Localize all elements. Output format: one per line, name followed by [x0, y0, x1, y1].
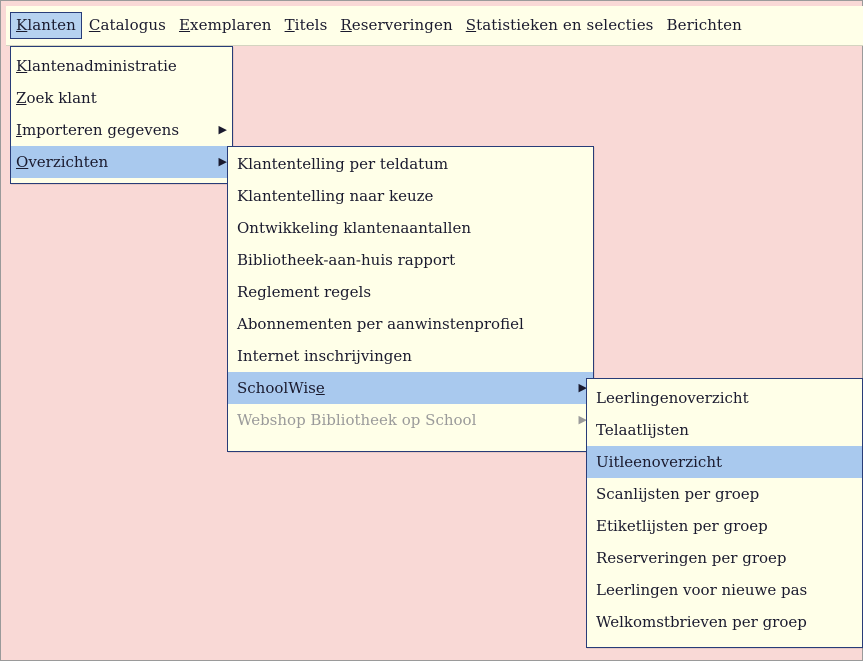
- menu-item-label: Uitleenoverzicht: [596, 453, 723, 471]
- submenu-arrow-icon: ▶: [218, 123, 227, 136]
- menu-item-importeren-gegevens[interactable]: Importeren gegevens ▶: [11, 114, 232, 146]
- menu-item-label: Ontwikkeling klantenaantallen: [237, 219, 472, 237]
- menu-item-leerlingen-voor-nieuwe-pas[interactable]: Leerlingen voor nieuwe pas: [587, 574, 862, 606]
- menu-item-label: lantenadministratie: [27, 57, 177, 75]
- menu-item-label: Bibliotheek-aan-huis rapport: [237, 251, 456, 269]
- menu-statistieken-label: tatistieken en selecties: [476, 16, 654, 34]
- menu-item-label: Scanlijsten per groep: [596, 485, 760, 503]
- menu-item-label: Leerlingenoverzicht: [596, 389, 749, 407]
- menu-item-label: verzichten: [28, 153, 109, 171]
- menu-item-label: oek klant: [26, 89, 97, 107]
- menu-item-welkomstbrieven-per-groep[interactable]: Welkomstbrieven per groep: [587, 606, 862, 638]
- menu-item-overzichten[interactable]: Overzichten ▶: [11, 146, 232, 178]
- menu-item-reserveringen-per-groep[interactable]: Reserveringen per groep: [587, 542, 862, 574]
- klanten-dropdown: Klantenadministratie Zoek klant Importer…: [10, 46, 233, 184]
- menu-reserveringen-label: eserveringen: [351, 16, 453, 34]
- menu-item-klantentelling-per-teldatum[interactable]: Klantentelling per teldatum: [228, 148, 593, 180]
- menu-item-klantentelling-naar-keuze[interactable]: Klantentelling naar keuze: [228, 180, 593, 212]
- menu-item-uitleenoverzicht[interactable]: Uitleenoverzicht: [587, 446, 862, 478]
- menu-item-scanlijsten-per-groep[interactable]: Scanlijsten per groep: [587, 478, 862, 510]
- menu-item-label: Reserveringen per groep: [596, 549, 787, 567]
- menu-item-bibliotheek-aan-huis-rapport[interactable]: Bibliotheek-aan-huis rapport: [228, 244, 593, 276]
- menu-item-label: Leerlingen voor nieuwe pas: [596, 581, 808, 599]
- menu-item-klantenadministratie[interactable]: Klantenadministratie: [11, 50, 232, 82]
- menu-klanten-label: lanten: [27, 16, 76, 34]
- menu-reserveringen-accel: R: [340, 16, 352, 34]
- menu-item-reglement-regels[interactable]: Reglement regels: [228, 276, 593, 308]
- submenu-arrow-icon: ▶: [218, 155, 227, 168]
- menu-klanten-accel: K: [16, 16, 28, 34]
- menu-item-webshop-bibliotheek-op-school[interactable]: Webshop Bibliotheek op School ▶: [228, 404, 593, 436]
- menu-item-accel: K: [16, 57, 28, 75]
- menu-statistieken[interactable]: Statistieken en selecties: [460, 12, 660, 39]
- menu-item-label: SchoolWis: [237, 379, 316, 397]
- menu-bar: Klanten Catalogus Exemplaren Titels Rese…: [6, 6, 863, 46]
- menu-exemplaren-label: xemplaren: [190, 16, 272, 34]
- menu-titels[interactable]: Titels: [279, 12, 334, 39]
- menu-item-label: Webshop Bibliotheek op School: [237, 411, 477, 429]
- menu-klanten[interactable]: Klanten: [10, 12, 82, 39]
- menu-catalogus[interactable]: Catalogus: [83, 12, 172, 39]
- menu-item-accel: e: [315, 379, 325, 397]
- menu-item-accel: O: [16, 153, 29, 171]
- menu-berichten[interactable]: Berichten: [660, 12, 747, 39]
- menu-item-label: Klantentelling naar keuze: [237, 187, 434, 205]
- menu-item-label: Telaatlijsten: [596, 421, 689, 439]
- menu-exemplaren-accel: E: [178, 16, 191, 34]
- menu-reserveringen[interactable]: Reserveringen: [334, 12, 458, 39]
- menu-item-etiketlijsten-per-groep[interactable]: Etiketlijsten per groep: [587, 510, 862, 542]
- menu-berichten-label: Berichten: [666, 16, 742, 34]
- menu-item-label: Abonnementen per aanwinstenprofiel: [237, 315, 524, 333]
- menu-item-abonnementen-per-aanwinstenprofiel[interactable]: Abonnementen per aanwinstenprofiel: [228, 308, 593, 340]
- schoolwise-submenu: Leerlingenoverzicht Telaatlijsten Uitlee…: [586, 378, 863, 648]
- menu-item-label: Welkomstbrieven per groep: [596, 613, 807, 631]
- menu-item-label: Klantentelling per teldatum: [237, 155, 449, 173]
- menu-item-label: Etiketlijsten per groep: [596, 517, 768, 535]
- menu-exemplaren[interactable]: Exemplaren: [173, 12, 278, 39]
- menu-catalogus-label: atalogus: [100, 16, 166, 34]
- menu-statistieken-accel: S: [465, 16, 477, 34]
- menu-titels-accel: T: [284, 16, 295, 34]
- menu-item-schoolwise[interactable]: SchoolWise ▶: [228, 372, 593, 404]
- menu-item-leerlingenoverzicht[interactable]: Leerlingenoverzicht: [587, 382, 862, 414]
- menu-item-label: mporteren gegevens: [21, 121, 180, 139]
- menu-item-zoek-klant[interactable]: Zoek klant: [11, 82, 232, 114]
- overzichten-submenu: Klantentelling per teldatum Klantentelli…: [227, 146, 594, 452]
- menu-titels-label: itels: [294, 16, 328, 34]
- menu-item-ontwikkeling-klantenaantallen[interactable]: Ontwikkeling klantenaantallen: [228, 212, 593, 244]
- menu-item-label: Internet inschrijvingen: [237, 347, 412, 365]
- menu-item-accel: Z: [16, 89, 27, 107]
- menu-item-telaatlijsten[interactable]: Telaatlijsten: [587, 414, 862, 446]
- menu-item-internet-inschrijvingen[interactable]: Internet inschrijvingen: [228, 340, 593, 372]
- menu-catalogus-accel: C: [88, 16, 101, 34]
- menu-item-label: Reglement regels: [237, 283, 372, 301]
